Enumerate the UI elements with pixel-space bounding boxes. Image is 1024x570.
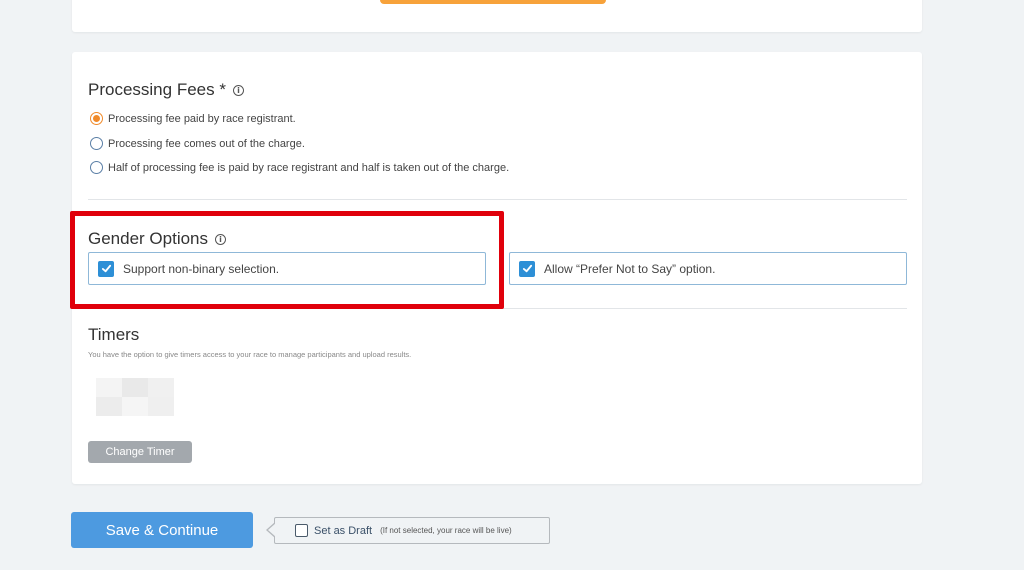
info-icon[interactable]: i bbox=[232, 84, 244, 96]
processing-fee-option-half[interactable]: Half of processing fee is paid by race r… bbox=[90, 161, 509, 174]
radio[interactable] bbox=[90, 161, 103, 174]
check-icon bbox=[522, 264, 532, 273]
callout-arrow-inner bbox=[268, 523, 276, 537]
checkbox-checked[interactable] bbox=[519, 260, 535, 277]
info-icon[interactable]: i bbox=[215, 233, 227, 245]
radio-selected[interactable] bbox=[90, 112, 103, 125]
checkbox-checked[interactable] bbox=[98, 260, 114, 277]
save-continue-button[interactable]: Save & Continue bbox=[71, 512, 253, 548]
previous-section-card bbox=[72, 0, 922, 32]
timers-title: Timers bbox=[88, 325, 140, 344]
draft-note: (If not selected, your race will be live… bbox=[380, 526, 512, 535]
draft-checkbox[interactable] bbox=[295, 524, 308, 537]
divider bbox=[88, 199, 907, 200]
processing-fees-title: Processing Fees * i bbox=[88, 80, 244, 100]
draft-label: Set as Draft bbox=[314, 524, 373, 537]
timers-description: You have the option to give timers acces… bbox=[88, 350, 412, 359]
set-as-draft-control[interactable]: Set as Draft (If not selected, your race… bbox=[266, 517, 551, 544]
draft-box[interactable]: Set as Draft (If not selected, your race… bbox=[274, 517, 550, 544]
race-settings-card: Processing Fees * i Processing fee paid … bbox=[72, 52, 922, 484]
processing-fee-option-charge[interactable]: Processing fee comes out of the charge. bbox=[90, 137, 305, 150]
prefer-not-to-say-checkbox[interactable]: Allow “Prefer Not to Say” option. bbox=[509, 252, 907, 285]
radio[interactable] bbox=[90, 137, 103, 150]
change-timer-button[interactable]: Change Timer bbox=[88, 441, 192, 463]
divider bbox=[88, 308, 907, 309]
check-icon bbox=[101, 264, 111, 273]
previous-action-button[interactable] bbox=[380, 0, 606, 4]
timer-logo-placeholder bbox=[96, 378, 174, 416]
gender-options-title: Gender Options i bbox=[88, 229, 227, 249]
processing-fee-option-registrant[interactable]: Processing fee paid by race registrant. bbox=[90, 112, 296, 125]
support-non-binary-checkbox[interactable]: Support non-binary selection. bbox=[88, 252, 486, 285]
